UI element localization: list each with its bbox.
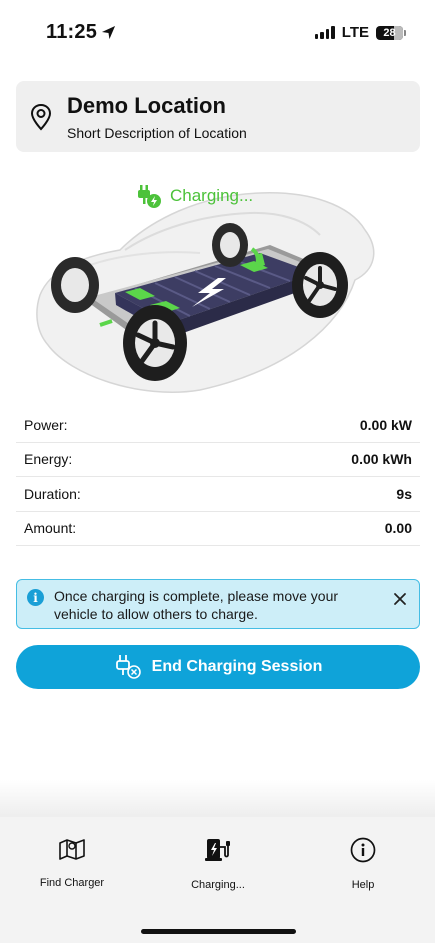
status-time: 11:25: [46, 21, 98, 43]
location-title: Demo Location: [67, 93, 226, 118]
charging-status-text: Charging...: [170, 186, 254, 205]
location-description: Short Description of Location: [67, 125, 247, 141]
stat-label: Duration:: [24, 485, 81, 502]
location-arrow-icon: [102, 25, 116, 40]
unplug-icon: [115, 655, 141, 679]
info-icon: i: [27, 589, 44, 606]
stat-row-duration: Duration: 9s: [16, 477, 420, 512]
info-alert: i Once charging is complete, please move…: [16, 579, 420, 629]
info-circle-icon: [350, 837, 376, 863]
end-charging-label: End Charging Session: [151, 658, 323, 675]
nav-label: Find Charger: [39, 877, 105, 889]
map-icon: [59, 839, 85, 860]
stat-label: Amount:: [24, 520, 77, 537]
plug-charging-icon: [138, 185, 161, 208]
stat-value: 0.00 kWh: [351, 451, 412, 468]
nav-label: Help: [351, 879, 375, 891]
stat-row-amount: Amount: 0.00: [16, 512, 420, 546]
stat-value: 9s: [396, 485, 412, 502]
location-card[interactable]: Demo Location Short Description of Locat…: [16, 81, 420, 152]
alert-text: Once charging is complete, please move y…: [54, 588, 339, 622]
status-bar: 11:25 LTE 28: [0, 0, 435, 64]
nav-shadow: [0, 780, 435, 820]
battery-icon: 28: [376, 25, 406, 40]
stat-label: Energy:: [24, 451, 73, 468]
stat-value: 0.00 kW: [359, 416, 412, 433]
battery-level: 28: [383, 26, 396, 39]
network-type: LTE: [341, 24, 369, 41]
stat-row-energy: Energy: 0.00 kWh: [16, 443, 420, 477]
bottom-nav: Find Charger Charging... Help: [0, 817, 435, 943]
home-indicator[interactable]: [141, 929, 296, 934]
charging-status: Charging...: [134, 183, 253, 209]
status-indicators: LTE 28: [314, 24, 406, 41]
stat-value: 0.00: [384, 520, 412, 537]
nav-item-help[interactable]: Help: [303, 837, 423, 891]
signal-icon: [314, 26, 335, 39]
end-charging-button[interactable]: End Charging Session: [16, 645, 420, 689]
status-time-group: 11:25: [46, 21, 116, 44]
session-stats: Power: 0.00 kW Energy: 0.00 kWh Duration…: [16, 408, 420, 546]
close-icon[interactable]: [391, 590, 409, 608]
stat-label: Power:: [24, 416, 68, 433]
nav-item-find-charger[interactable]: Find Charger: [12, 837, 132, 889]
stat-row-power: Power: 0.00 kW: [16, 408, 420, 443]
ev-station-icon: [205, 839, 230, 861]
nav-item-charging[interactable]: Charging...: [158, 837, 278, 891]
map-pin-icon: [30, 103, 52, 131]
nav-label: Charging...: [191, 879, 245, 891]
